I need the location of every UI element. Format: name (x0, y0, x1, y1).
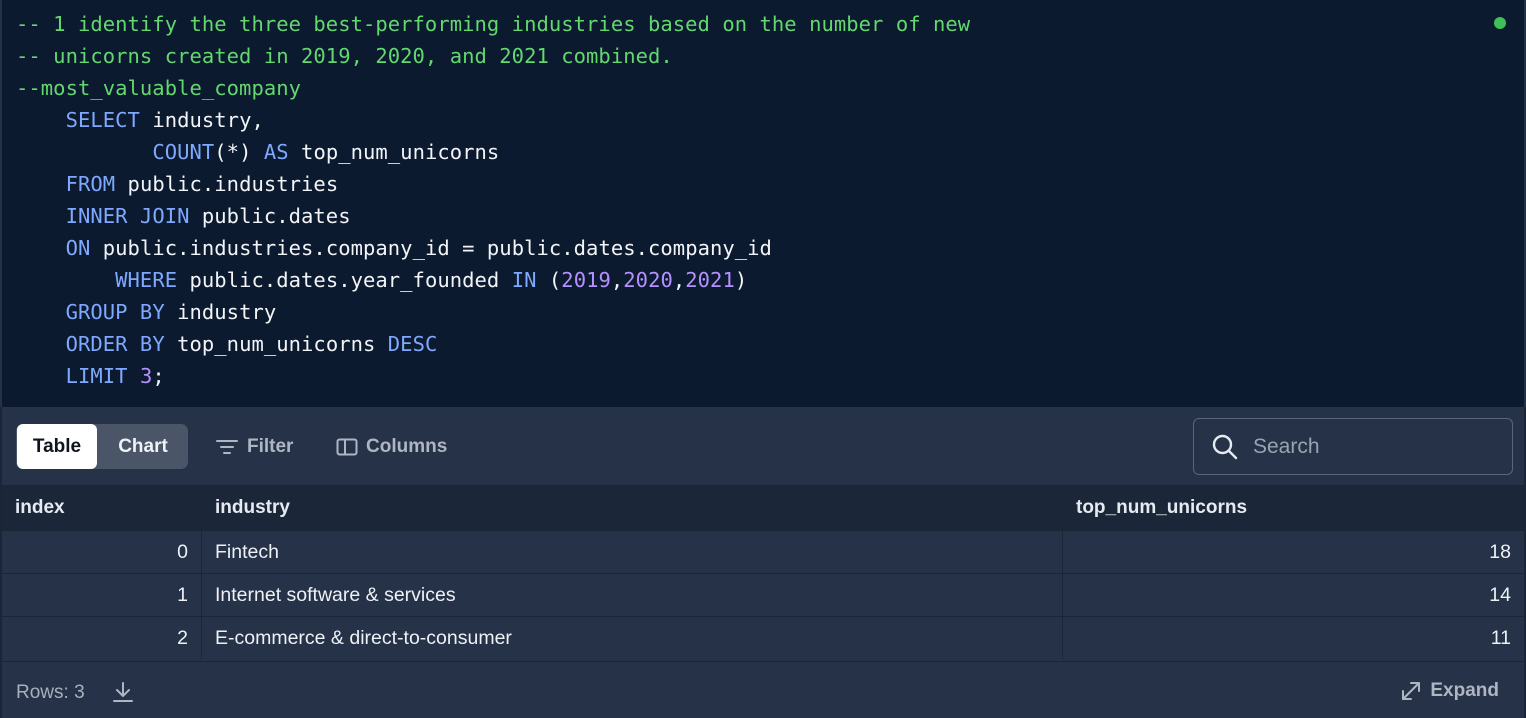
cell-industry: E-commerce & direct-to-consumer (202, 617, 1063, 659)
code-token: WHERE (115, 268, 178, 292)
code-line: FROM public.industries (16, 168, 339, 200)
code-token: 2020 (623, 268, 673, 292)
code-token: industry (164, 300, 277, 324)
code-token: GROUP BY (65, 300, 165, 324)
cell-index: 0 (2, 531, 202, 573)
columns-label: Columns (366, 435, 448, 457)
table-view-button[interactable]: Table (17, 424, 97, 469)
code-token: public.industries.company_id = public.da… (90, 236, 772, 260)
expand-label: Expand (1430, 680, 1499, 701)
filter-icon (216, 439, 238, 454)
code-token: --most_valuable_company (16, 76, 302, 100)
code-token: ORDER BY (65, 332, 165, 356)
cell-industry: Fintech (202, 531, 1063, 573)
filter-label: Filter (247, 435, 294, 457)
code-token: top_num_unicorns (288, 140, 500, 164)
code-token: IN (511, 268, 537, 292)
columns-button[interactable]: Columns (336, 424, 447, 469)
cell-index: 1 (2, 574, 202, 616)
code-line: ORDER BY top_num_unicorns DESC (16, 328, 438, 360)
code-token: LIMIT (65, 364, 128, 388)
code-token: (*) (214, 140, 264, 164)
code-token: 2021 (685, 268, 735, 292)
code-token: COUNT (152, 140, 215, 164)
code-token: ; (152, 364, 165, 388)
results-table: index industry top_num_unicorns 0 Fintec… (2, 485, 1524, 659)
code-token: industry, (139, 108, 264, 132)
code-token: ( (536, 268, 562, 292)
code-token: SELECT (65, 108, 140, 132)
results-footer: Rows: 3 Expand (2, 661, 1524, 718)
search-input[interactable] (1253, 434, 1483, 459)
column-header-industry[interactable]: industry (202, 486, 1063, 530)
sql-editor[interactable]: -- 1 identify the three best-performing … (0, 0, 1526, 407)
code-line: WHERE public.dates.year_founded IN (2019… (16, 264, 747, 296)
column-header-index[interactable]: index (2, 486, 202, 530)
results-toolbar: Table Chart Filter Columns (2, 407, 1524, 485)
table-header: index industry top_num_unicorns (2, 485, 1524, 530)
table-row[interactable]: 0 Fintech 18 (2, 530, 1524, 573)
filter-button[interactable]: Filter (215, 424, 293, 469)
column-header-top-num-unicorns[interactable]: top_num_unicorns (1063, 486, 1524, 530)
code-token: FROM (65, 172, 116, 196)
search-box[interactable] (1193, 418, 1513, 475)
cell-index: 2 (2, 617, 202, 659)
columns-icon (336, 438, 358, 455)
code-line: COUNT(*) AS top_num_unicorns (16, 136, 499, 168)
chart-view-button[interactable]: Chart (98, 424, 188, 469)
code-token: ON (65, 236, 91, 260)
code-token: 3 (139, 364, 153, 388)
code-line: LIMIT 3; (16, 360, 165, 392)
code-token: , (610, 268, 624, 292)
status-indicator (1494, 17, 1506, 29)
code-token: public.industries (115, 172, 339, 196)
cell-top-num-unicorns: 14 (1489, 583, 1511, 606)
code-token: top_num_unicorns (164, 332, 388, 356)
cell-industry: Internet software & services (202, 574, 1063, 616)
code-token: AS (263, 140, 289, 164)
code-line: --most_valuable_company (16, 72, 301, 104)
code-line: GROUP BY industry (16, 296, 277, 328)
expand-button[interactable]: Expand (1400, 680, 1499, 702)
search-icon (1212, 434, 1238, 459)
results-panel: Table Chart Filter Columns Search index … (0, 407, 1526, 718)
code-line: INNER JOIN public.dates (16, 200, 351, 232)
download-icon[interactable] (112, 680, 134, 704)
code-token: DESC (387, 332, 438, 356)
code-line: ON public.industries.company_id = public… (16, 232, 772, 264)
code-token: INNER JOIN (65, 204, 190, 228)
code-token: ) (734, 268, 748, 292)
view-toggle: Table Chart (16, 424, 188, 469)
code-token: , (672, 268, 686, 292)
code-token: -- 1 identify the three best-performing … (16, 12, 971, 36)
table-row[interactable]: 1 Internet software & services 14 (2, 573, 1524, 616)
cell-top-num-unicorns: 18 (1489, 540, 1511, 563)
code-token: public.dates.year_founded (177, 268, 512, 292)
code-line: -- 1 identify the three best-performing … (16, 8, 970, 40)
code-line: SELECT industry, (16, 104, 264, 136)
table-row[interactable]: 2 E-commerce & direct-to-consumer 11 (2, 616, 1524, 659)
cell-top-num-unicorns: 11 (1490, 626, 1511, 649)
expand-icon (1402, 682, 1421, 700)
row-count: Rows: 3 (16, 682, 85, 703)
code-line: -- unicorns created in 2019, 2020, and 2… (16, 40, 673, 72)
code-token: -- unicorns created in 2019, 2020, and 2… (16, 44, 673, 68)
code-token: 2019 (561, 268, 611, 292)
code-token: public.dates (189, 204, 351, 228)
